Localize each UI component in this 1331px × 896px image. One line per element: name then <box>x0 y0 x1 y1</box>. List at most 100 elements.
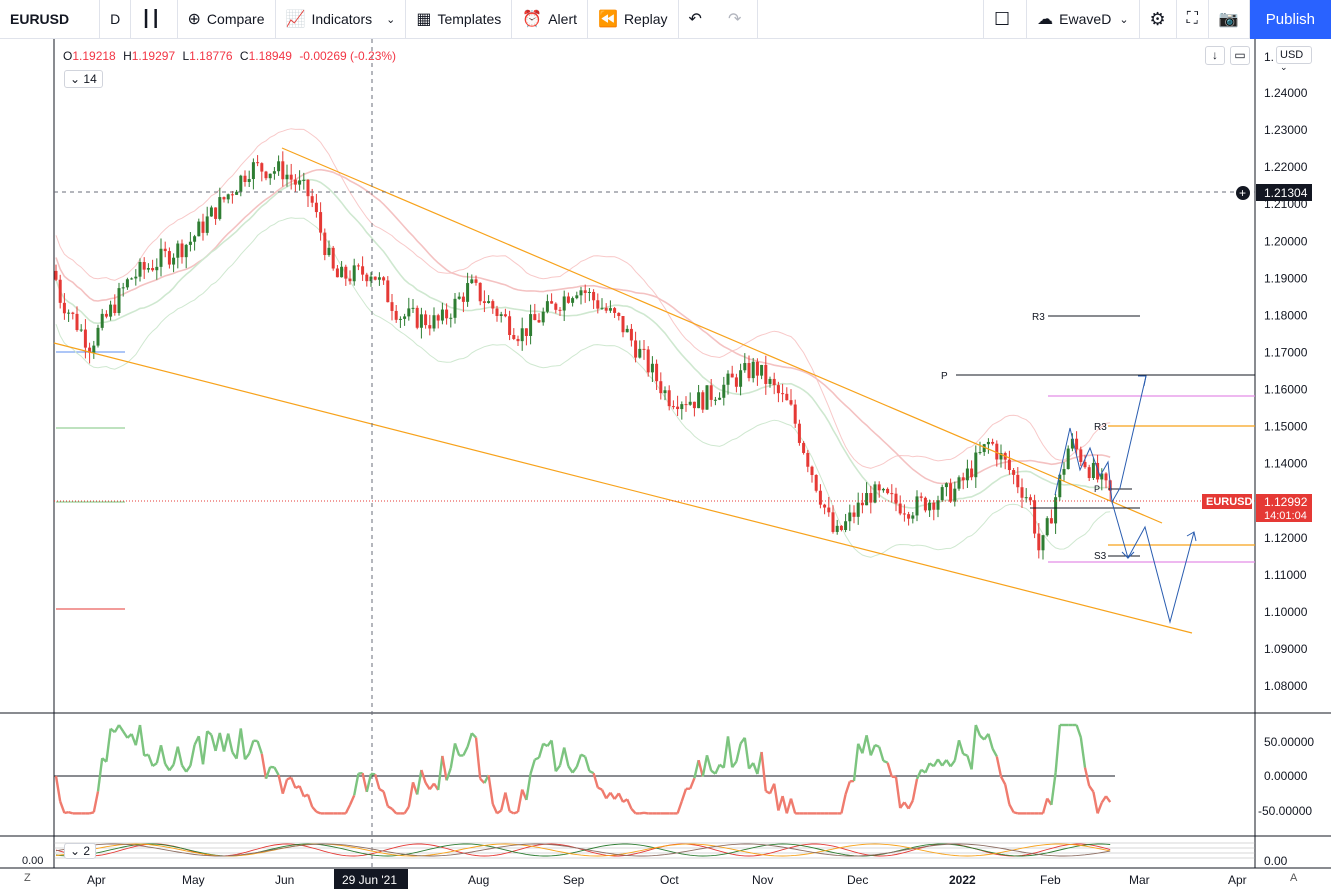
candle-body <box>764 364 768 384</box>
osc-segment <box>571 766 578 774</box>
osc-segment <box>1050 772 1057 806</box>
candle-body <box>373 276 377 280</box>
candle-body <box>726 373 730 385</box>
zoom-reset-button[interactable]: Z <box>24 872 31 884</box>
price-label: 1.24000 <box>1264 86 1308 100</box>
candle-body <box>289 174 293 180</box>
osc-segment <box>949 759 956 768</box>
candle-body <box>1012 470 1016 475</box>
candle-body <box>386 280 390 303</box>
osc-segment <box>449 743 457 769</box>
osc-segment <box>176 746 184 766</box>
candle-body <box>251 162 255 180</box>
osc-segment <box>550 740 557 772</box>
candle-body <box>718 397 722 400</box>
candle-body <box>680 404 684 410</box>
ohlc-legend: O1.19218 H1.19297 L1.18776 C1.18949 -0.0… <box>63 49 396 63</box>
price-label: 1.17000 <box>1264 345 1308 359</box>
candle-body <box>621 316 625 333</box>
candle-body <box>1041 535 1045 551</box>
osc-segment <box>201 731 209 765</box>
candle-body <box>755 361 759 376</box>
candle-body <box>432 315 436 329</box>
candle-body <box>449 317 453 319</box>
osc-segment <box>382 791 389 807</box>
last-price-text: 1.12992 <box>1264 495 1308 509</box>
candle-body <box>428 325 432 329</box>
ohlc-h-label: H <box>123 49 132 63</box>
time-label: Apr <box>1228 873 1247 887</box>
candle-body <box>642 348 646 350</box>
candle-body <box>625 328 629 333</box>
osc-segment <box>138 724 146 756</box>
countdown-text: 14:01:04 <box>1264 510 1307 522</box>
candle-body <box>663 390 667 394</box>
pivot-r3-label: R3 <box>1094 422 1107 433</box>
osc-segment <box>235 728 242 759</box>
maximize-icon: ▭ <box>1234 48 1246 62</box>
osc-segment <box>151 762 158 768</box>
osc-segment <box>878 746 885 762</box>
candle-body <box>83 329 87 348</box>
candle-body <box>583 290 587 293</box>
osc-segment <box>315 810 322 815</box>
osc-segment <box>227 733 234 753</box>
maximize-pane-button[interactable]: ▭ <box>1230 46 1250 65</box>
candle-body <box>125 279 129 288</box>
osc-segment <box>1096 802 1103 814</box>
candle-body <box>403 316 407 319</box>
osc-segment <box>785 798 793 814</box>
candle-body <box>277 161 281 172</box>
candle-body <box>256 162 260 164</box>
candle-body <box>684 404 688 406</box>
candle-body <box>524 328 528 336</box>
osc-segment <box>1105 795 1112 803</box>
candle-body <box>323 232 327 256</box>
candle-body <box>1062 469 1066 475</box>
candle-body <box>130 278 134 280</box>
price-axis-labels: 1.240001.230001.220001.210001.200001.190… <box>1264 86 1308 693</box>
candle-body <box>58 279 62 303</box>
candle-body <box>1024 497 1028 499</box>
candle-body <box>478 282 482 302</box>
pivot-r3-upper-label: R3 <box>1032 312 1045 323</box>
candle-body <box>802 442 806 453</box>
bb-upper-band <box>55 128 1111 469</box>
crosshair-date-text: 29 Jun '21 <box>342 873 397 887</box>
candle-body <box>676 406 680 410</box>
indicators-collapse-button[interactable]: ⌄ 14 <box>64 70 103 88</box>
price-top-partial: 1. <box>1264 50 1274 64</box>
candle-body <box>142 262 146 270</box>
candle-body <box>550 301 554 304</box>
candle-body <box>235 191 239 195</box>
candle-body <box>155 266 159 271</box>
channel-upper-line[interactable] <box>281 147 1163 524</box>
osc-segment <box>168 763 175 772</box>
osc-segment <box>273 766 280 776</box>
candle-body <box>743 363 747 371</box>
candle-body <box>62 302 66 314</box>
price-label: 1.09000 <box>1264 642 1308 656</box>
scroll-down-button[interactable]: ↓ <box>1205 46 1225 65</box>
osc-segment <box>403 806 410 815</box>
candle-body <box>911 515 915 519</box>
auto-scale-button[interactable]: A <box>1290 872 1297 884</box>
candle-body <box>848 512 852 522</box>
osc-segment <box>59 801 66 814</box>
osc-segment <box>626 798 633 810</box>
candle-body <box>629 328 633 341</box>
osc-segment <box>218 732 226 752</box>
candle-body <box>701 392 705 410</box>
candle-body <box>1083 461 1087 468</box>
candle-body <box>247 179 251 182</box>
candle-body <box>529 314 533 336</box>
osc-segment <box>1088 785 1095 793</box>
osc-segment <box>470 732 477 739</box>
candle-body <box>974 452 978 478</box>
candle-body <box>739 370 743 387</box>
candle-body <box>54 270 58 280</box>
currency-select[interactable]: USD ⌄ <box>1276 46 1312 72</box>
chart-canvas[interactable]: R3 P R3 P S3 1.240001.230001.220001.2100… <box>0 0 1331 896</box>
candle-body <box>856 502 860 517</box>
pane2-collapse-button[interactable]: ⌄ 2 <box>64 843 97 859</box>
